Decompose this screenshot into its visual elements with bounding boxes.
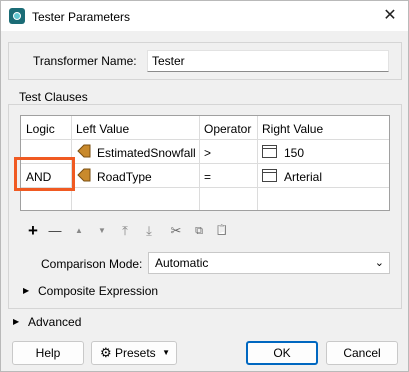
dialog-title: Tester Parameters <box>32 10 131 24</box>
remove-icon[interactable]: — <box>47 223 63 239</box>
feature-attribute-icon <box>77 144 91 158</box>
composite-expression-label[interactable]: Composite Expression <box>38 284 158 298</box>
move-down-icon[interactable]: ▼ <box>94 223 110 239</box>
cancel-button[interactable]: Cancel <box>326 341 398 365</box>
comparison-mode-label: Comparison Mode: <box>41 257 143 271</box>
paste-icon[interactable]: 📋 <box>214 223 230 239</box>
move-up-icon[interactable]: ▲ <box>71 223 87 239</box>
row1-left-value-cell[interactable]: EstimatedSnowfall <box>97 146 196 160</box>
ok-button[interactable]: OK <box>246 341 318 365</box>
ok-button-label: OK <box>273 346 291 360</box>
row2-operator-cell[interactable]: = <box>204 170 211 184</box>
add-icon[interactable]: + <box>25 222 41 239</box>
cancel-button-label: Cancel <box>343 346 381 360</box>
row2-left-value-cell[interactable]: RoadType <box>97 170 152 184</box>
cut-icon[interactable]: ✂ <box>168 223 184 239</box>
move-bottom-icon[interactable]: ⤓ <box>141 223 157 239</box>
presets-button[interactable]: ⚙ Presets ▼ <box>91 341 177 365</box>
tester-parameters-dialog: Tester Parameters ✕ Transformer Name: Te… <box>0 0 409 372</box>
constant-value-icon <box>262 169 277 182</box>
chevron-down-icon: ⌄ <box>374 257 384 269</box>
move-top-icon[interactable]: ⤒ <box>117 223 133 239</box>
help-button[interactable]: Help <box>12 341 84 365</box>
expand-triangle-icon[interactable]: ▶ <box>13 317 19 326</box>
transformer-name-label: Transformer Name: <box>33 54 137 68</box>
gear-icon: ⚙ <box>100 345 112 360</box>
expand-triangle-icon[interactable]: ▶ <box>23 286 29 295</box>
advanced-label[interactable]: Advanced <box>28 315 81 329</box>
app-icon <box>9 8 25 24</box>
close-icon[interactable]: ✕ <box>382 8 398 24</box>
constant-value-icon <box>262 145 277 158</box>
feature-attribute-icon <box>77 168 91 182</box>
copy-icon[interactable]: ⧉ <box>191 223 207 239</box>
test-clauses-table: Logic Left Value Operator Right Value Es… <box>20 115 390 211</box>
comparison-mode-value: Automatic <box>155 256 209 270</box>
row1-operator-cell[interactable]: > <box>204 146 211 160</box>
test-clauses-legend: Test Clauses <box>17 90 90 104</box>
column-header-operator[interactable]: Operator <box>204 122 251 136</box>
transformer-name-input[interactable] <box>147 50 389 72</box>
dropdown-arrow-icon: ▼ <box>162 348 170 357</box>
column-header-logic[interactable]: Logic <box>26 122 55 136</box>
help-button-label: Help <box>35 346 61 360</box>
row2-right-value-cell[interactable]: Arterial <box>284 170 322 184</box>
logic-cell-highlight <box>14 157 75 191</box>
comparison-mode-select[interactable]: Automatic ⌄ <box>148 252 390 274</box>
column-header-right-value[interactable]: Right Value <box>262 122 323 136</box>
row1-right-value-cell[interactable]: 150 <box>284 146 304 160</box>
title-bar: Tester Parameters ✕ <box>1 1 408 31</box>
presets-button-label: Presets <box>115 346 156 360</box>
column-header-left-value[interactable]: Left Value <box>76 122 129 136</box>
